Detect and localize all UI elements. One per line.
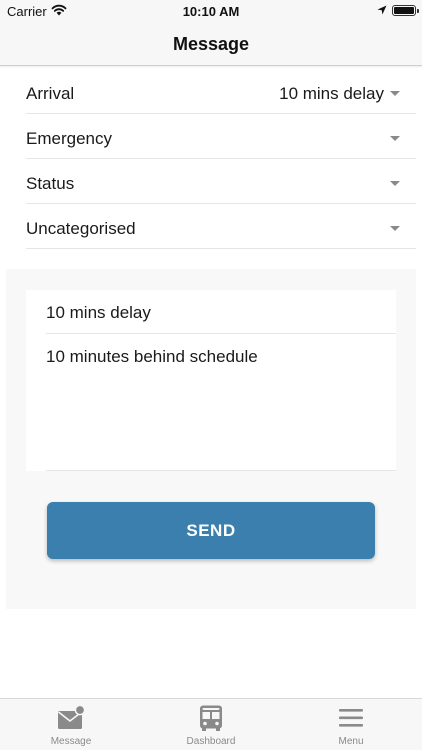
dropdown-label: Emergency xyxy=(26,129,112,148)
location-arrow-icon xyxy=(377,5,387,15)
tab-label: Menu xyxy=(338,736,364,747)
send-button[interactable]: SEND xyxy=(47,502,375,559)
page-title: Message xyxy=(172,34,250,54)
battery-icon xyxy=(392,5,419,16)
bus-icon xyxy=(200,705,222,731)
dropdown-label: Arrival xyxy=(26,84,75,103)
navigation-bar: Message xyxy=(0,22,422,66)
status-bar: Carrier 10:10 AM xyxy=(0,0,422,22)
dropdown-uncategorised[interactable]: Uncategorised xyxy=(26,204,416,249)
battery-level xyxy=(394,7,414,14)
mail-badge-icon xyxy=(58,705,85,729)
message-body-field[interactable]: 10 minutes behind schedule xyxy=(46,334,396,471)
tab-menu[interactable]: Menu xyxy=(281,699,421,750)
tab-bar: Message Dashboard Menu xyxy=(0,698,422,750)
dropdown-selected-value: 10 mins delay xyxy=(279,84,384,103)
caret-down-icon xyxy=(390,91,400,96)
tab-dashboard[interactable]: Dashboard xyxy=(141,699,281,750)
dropdown-status[interactable]: Status xyxy=(26,159,416,204)
message-panel: 10 mins delay 10 minutes behind schedule… xyxy=(6,269,416,609)
dropdown-label: Uncategorised xyxy=(26,219,136,238)
dropdown-arrival[interactable]: Arrival 10 mins delay xyxy=(26,69,416,114)
dropdown-emergency[interactable]: Emergency xyxy=(26,114,416,159)
clock: 10:10 AM xyxy=(182,4,240,19)
message-subject-field[interactable]: 10 mins delay xyxy=(46,290,396,334)
tab-label: Dashboard xyxy=(186,736,236,747)
dropdown-label: Status xyxy=(26,174,75,193)
caret-down-icon xyxy=(390,181,400,186)
caret-down-icon xyxy=(390,226,400,231)
tab-message[interactable]: Message xyxy=(1,699,141,750)
hamburger-menu-icon xyxy=(339,709,363,727)
tab-label: Message xyxy=(50,736,92,747)
message-card: 10 mins delay 10 minutes behind schedule xyxy=(26,290,396,471)
battery-tip xyxy=(417,9,419,13)
caret-down-icon xyxy=(390,136,400,141)
